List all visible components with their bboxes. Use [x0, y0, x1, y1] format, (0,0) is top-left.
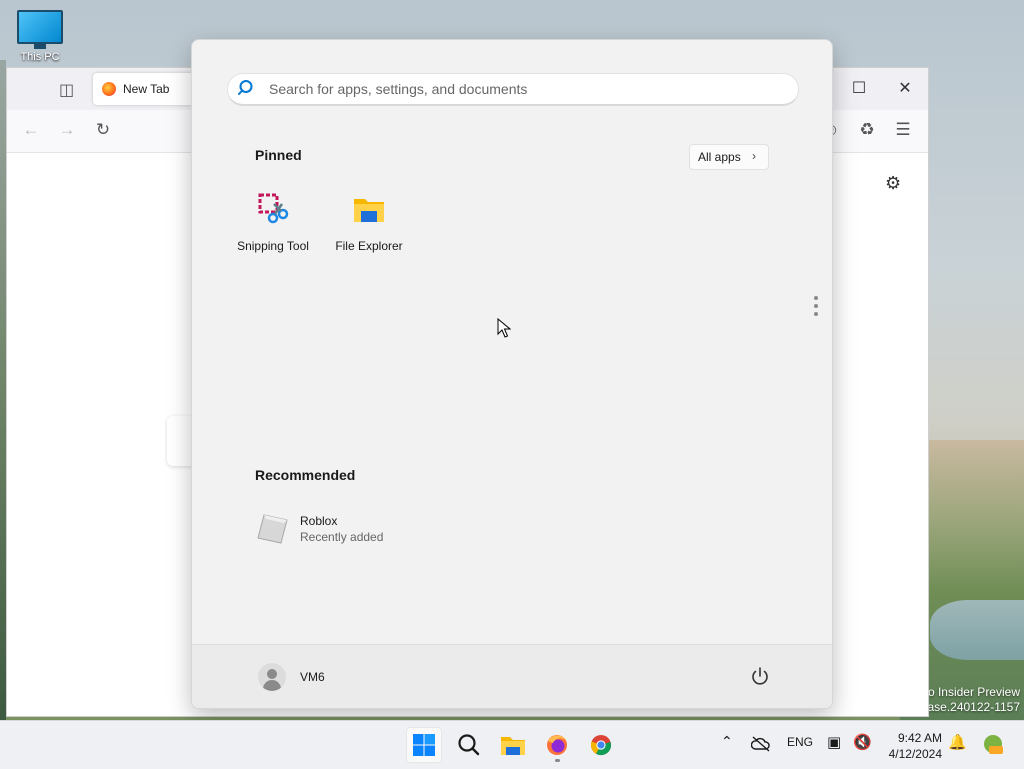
roblox-icon [257, 514, 288, 544]
settings-gear-icon[interactable]: ⚙ [885, 173, 901, 194]
start-icon [413, 734, 435, 756]
search-placeholder: Search for apps, settings, and documents [269, 81, 528, 97]
forward-icon[interactable]: → [55, 120, 79, 140]
taskbar-chrome[interactable] [583, 727, 619, 763]
app-label: File Explorer [335, 239, 403, 253]
all-apps-button[interactable]: All apps › [689, 144, 769, 170]
power-icon[interactable] [748, 665, 772, 689]
chevron-up-icon[interactable]: ⌃ [721, 733, 733, 750]
desktop-wallpaper-lake [930, 600, 1024, 660]
taskbar: ⌃ ENG ▣ 🔇 9:42 AM 4/12/2024 🔔 [0, 720, 1024, 769]
network-icon[interactable]: ▣ [827, 733, 841, 751]
recommended-subtitle: Recently added [300, 530, 384, 544]
start-button[interactable] [406, 727, 442, 763]
desktop-icon-this-pc[interactable]: This PC [14, 10, 66, 63]
search-icon [458, 734, 480, 756]
close-icon[interactable]: ✕ [893, 78, 917, 98]
start-menu: Search for apps, settings, and documents… [191, 39, 833, 709]
running-indicator [555, 759, 560, 762]
extensions-icon[interactable]: ♻ [855, 120, 879, 140]
taskbar-firefox[interactable] [539, 727, 575, 763]
os-watermark: ro Insider Preview ease.240122-1157 [920, 685, 1020, 714]
volume-muted-icon[interactable]: 🔇 [853, 733, 872, 751]
browser-tab[interactable]: New Tab [93, 73, 203, 105]
pinned-app-file-explorer[interactable]: File Explorer [324, 192, 414, 253]
taskbar-file-explorer[interactable] [495, 727, 531, 763]
user-avatar-icon[interactable] [258, 663, 286, 691]
menu-icon[interactable]: ☰ [891, 120, 915, 140]
snipping-tool-icon [258, 193, 289, 224]
pinned-app-snipping-tool[interactable]: Snipping Tool [228, 192, 318, 253]
tab-list-icon[interactable]: ◫ [59, 80, 74, 100]
chrome-icon [590, 735, 612, 756]
recommended-item-roblox[interactable]: Roblox Recently added [254, 510, 554, 546]
maximize-icon[interactable]: ☐ [847, 78, 871, 98]
search-input[interactable]: Search for apps, settings, and documents [227, 73, 799, 106]
all-apps-label: All apps [698, 150, 741, 164]
file-explorer-icon [354, 199, 384, 222]
start-menu-footer: VM6 [192, 644, 832, 708]
recommended-title: Recommended [255, 467, 356, 483]
file-explorer-icon [501, 737, 525, 755]
tab-title: New Tab [123, 82, 170, 96]
taskbar-clock[interactable]: 9:42 AM 4/12/2024 [884, 730, 942, 762]
firefox-icon [102, 82, 116, 96]
insider-preview-icon[interactable] [982, 733, 1004, 755]
search-icon [238, 80, 253, 95]
user-name[interactable]: VM6 [300, 670, 325, 684]
page-indicator[interactable] [814, 296, 818, 320]
onedrive-offline-icon[interactable] [751, 736, 771, 752]
pinned-title: Pinned [255, 147, 302, 163]
desktop-icon-label: This PC [20, 51, 60, 63]
recommended-name: Roblox [300, 514, 338, 528]
chevron-right-icon: › [752, 149, 756, 163]
app-label: Snipping Tool [237, 239, 309, 253]
language-indicator[interactable]: ENG [787, 735, 813, 749]
mouse-cursor-icon [497, 318, 511, 338]
monitor-icon [17, 10, 63, 44]
taskbar-search-button[interactable] [451, 727, 487, 763]
firefox-icon [547, 735, 567, 755]
clock-time: 9:42 AM [897, 731, 942, 745]
clock-date: 4/12/2024 [888, 747, 942, 761]
back-icon[interactable]: ← [19, 120, 43, 140]
notification-bell-icon[interactable]: 🔔 [948, 733, 967, 751]
reload-icon[interactable]: ↻ [91, 120, 115, 140]
